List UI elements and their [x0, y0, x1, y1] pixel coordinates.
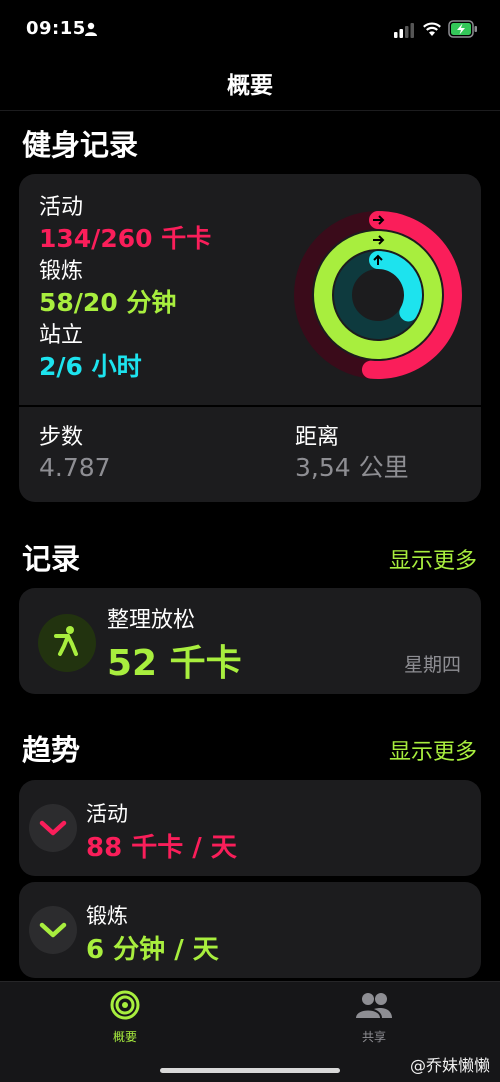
- trends-show-more-link[interactable]: 显示更多: [389, 734, 477, 766]
- record-value: 52 千卡: [107, 643, 242, 684]
- chevron-down-icon: [29, 804, 77, 852]
- trend-value: 6 分钟 / 天: [86, 935, 219, 965]
- activity-rings-icon: [110, 990, 140, 1020]
- page-title: 概要: [227, 73, 273, 99]
- wifi-icon: [423, 22, 441, 36]
- tab-sharing[interactable]: 共享: [334, 990, 414, 1045]
- cellular-signal-icon: [394, 23, 414, 38]
- record-day: 星期四: [403, 654, 461, 676]
- exercise-value: 58/20 分钟: [39, 288, 177, 317]
- status-time: 09:15: [26, 18, 86, 39]
- trend-name: 锻炼: [86, 904, 128, 928]
- status-bar: 09:15: [0, 0, 500, 62]
- tab-summary-label: 概要: [112, 1030, 137, 1044]
- tab-summary[interactable]: 概要: [85, 990, 165, 1045]
- distance-stat: 距离 3,54 公里: [295, 424, 409, 484]
- person-icon: [85, 22, 97, 36]
- watermark: @乔妹懒懒: [409, 1056, 490, 1075]
- steps-label: 步数: [39, 425, 84, 450]
- stand-value: 2/6 小时: [39, 352, 142, 381]
- trend-value: 88 千卡 / 天: [86, 833, 237, 863]
- battery-charging-icon: [448, 20, 477, 38]
- stand-block: 站立 2/6 小时: [39, 322, 211, 384]
- trend-card-exercise[interactable]: 锻炼 6 分钟 / 天: [19, 882, 481, 978]
- trends-section-title: 趋势: [22, 733, 81, 767]
- card-divider: [19, 405, 481, 407]
- stand-ring-progress: [369, 251, 422, 322]
- stand-label: 站立: [39, 323, 84, 348]
- move-block: 活动 134/260 千卡: [39, 194, 211, 256]
- ring-labels: 活动 134/260 千卡 锻炼 58/20 分钟 站立 2/6 小时: [39, 194, 211, 386]
- move-value: 134/260 千卡: [39, 224, 212, 253]
- activity-summary-card[interactable]: 活动 134/260 千卡 锻炼 58/20 分钟 站立 2/6 小时 步数 4…: [19, 174, 481, 502]
- exercise-block: 锻炼 58/20 分钟: [39, 258, 211, 320]
- records-section-title: 记录: [22, 542, 81, 576]
- steps-stat: 步数 4.787: [39, 424, 111, 484]
- distance-label: 距离: [295, 425, 340, 450]
- home-indicator[interactable]: [160, 1068, 340, 1073]
- steps-value: 4.787: [39, 453, 111, 482]
- trend-card-move[interactable]: 活动 88 千卡 / 天: [19, 780, 481, 876]
- distance-value: 3,54 公里: [295, 453, 409, 482]
- move-label: 活动: [39, 195, 84, 220]
- activity-rings: [294, 211, 462, 379]
- people-icon: [356, 993, 392, 1018]
- record-card[interactable]: 整理放松 52 千卡 星期四: [19, 588, 481, 694]
- tab-sharing-label: 共享: [361, 1030, 386, 1044]
- trend-name: 活动: [86, 802, 128, 826]
- chevron-down-icon: [29, 906, 77, 954]
- record-name: 整理放松: [107, 608, 196, 633]
- records-show-more-link[interactable]: 显示更多: [389, 543, 477, 575]
- fitness-section-title: 健身记录: [22, 128, 139, 162]
- exercise-label: 锻炼: [39, 259, 84, 284]
- cooldown-workout-icon: [38, 614, 96, 672]
- nav-divider: [0, 110, 500, 111]
